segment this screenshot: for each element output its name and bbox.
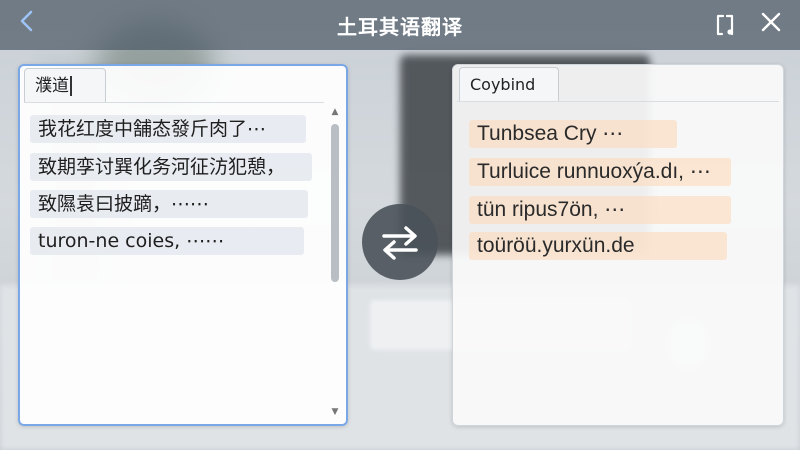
target-line-4: toüröü.yurxün.de: [469, 232, 727, 260]
target-text-output[interactable]: Tunbsea Cry ⋯ Turluice runnuoxýa.dı, ⋯ t…: [457, 101, 779, 421]
title-bar: 土耳其语翻译: [0, 0, 800, 50]
scroll-down-arrow-icon[interactable]: ▼: [328, 406, 342, 418]
chevron-left-icon: [20, 10, 33, 32]
source-tab-label: 濮道: [35, 76, 69, 96]
target-line-1: Tunbsea Cry ⋯: [469, 120, 677, 148]
close-button[interactable]: [756, 10, 786, 40]
target-line-2: Turluice runnuoxýa.dı, ⋯: [469, 158, 731, 186]
target-panel: Coybind Tunbsea Cry ⋯ Turluice runnuoxýa…: [452, 64, 784, 426]
close-icon: [761, 12, 781, 32]
scroll-thumb[interactable]: [331, 124, 339, 282]
swap-languages-button[interactable]: [362, 204, 438, 280]
source-language-tab[interactable]: 濮道: [24, 68, 106, 102]
source-line-1: 我花红度中舗态發斤肉了⋯: [30, 115, 306, 143]
back-button[interactable]: [10, 8, 44, 42]
swap-arrows-icon: [382, 226, 418, 260]
target-language-tab[interactable]: Coybind: [459, 67, 559, 101]
text-cursor: [70, 76, 72, 96]
pin-window-icon: [716, 14, 734, 36]
source-scrollbar[interactable]: ▲ ▼: [328, 106, 342, 418]
pin-window-button[interactable]: [712, 12, 742, 42]
scroll-up-arrow-icon[interactable]: ▲: [328, 106, 342, 118]
source-line-4: turon-ne coies, ⋯⋯: [30, 227, 304, 255]
source-panel: 濮道 我花红度中舗态發斤肉了⋯ 致期孪讨巽化务河征汸犯憩， 致隰袁曰披蹢，⋯⋯ …: [18, 64, 348, 426]
source-text-input[interactable]: 我花红度中舗态發斤肉了⋯ 致期孪讨巽化务河征汸犯憩， 致隰袁曰披蹢，⋯⋯ tur…: [24, 102, 324, 420]
window-title: 土耳其语翻译: [337, 14, 463, 39]
source-line-3: 致隰袁曰披蹢，⋯⋯: [30, 190, 308, 218]
target-line-3: tün ripus7ön, ⋯: [469, 196, 731, 224]
source-line-2: 致期孪讨巽化务河征汸犯憩，: [30, 153, 312, 181]
